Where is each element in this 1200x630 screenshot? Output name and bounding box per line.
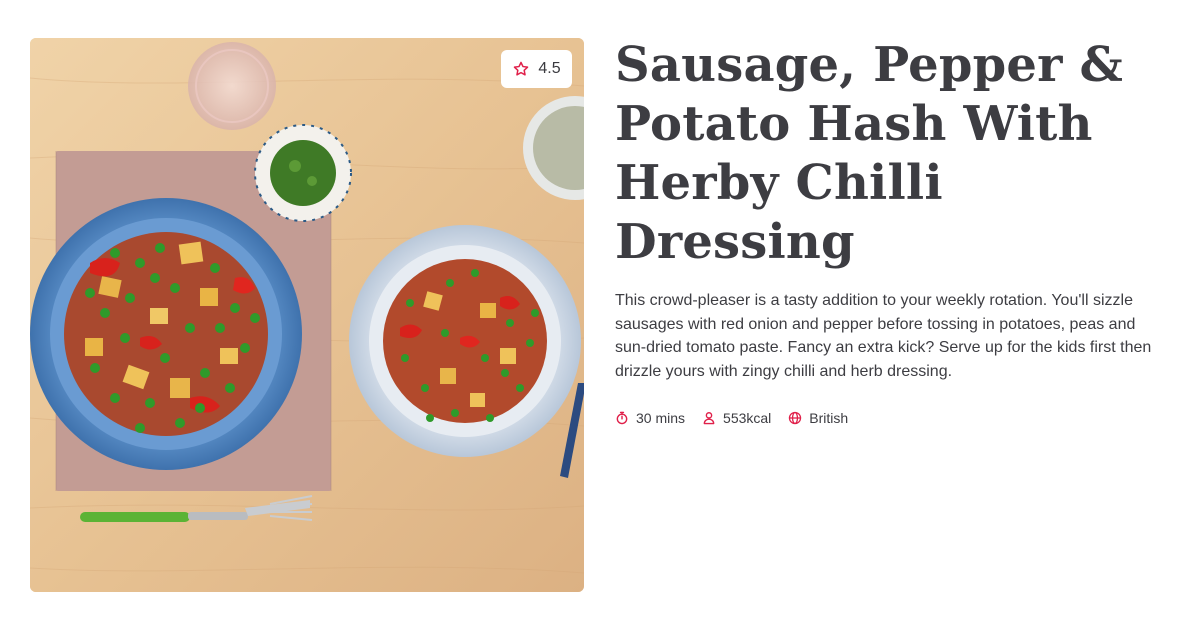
recipe-info: Sausage, Pepper & Potato Hash With Herby… — [615, 36, 1175, 426]
recipe-title: Sausage, Pepper & Potato Hash With Herby… — [615, 37, 1124, 270]
recipe-description: This crowd-pleaser is a tasty addition t… — [615, 292, 1152, 380]
recipe-meta: 30 mins 553kcal British — [615, 410, 1175, 426]
person-icon — [702, 411, 716, 425]
food-photo-illustration — [30, 38, 584, 592]
rating-badge: 4.5 — [501, 50, 572, 88]
meta-cuisine-label: British — [809, 410, 849, 426]
recipe-card: 4.5 Sausage, Pepper & Potato Hash With H… — [0, 0, 1200, 630]
meta-time-label: 30 mins — [636, 410, 686, 426]
meta-calories: 553kcal — [702, 410, 771, 426]
recipe-photo[interactable] — [30, 38, 584, 592]
globe-icon — [788, 411, 802, 425]
meta-time: 30 mins — [615, 410, 685, 426]
stopwatch-icon — [615, 411, 629, 425]
meta-calories-label: 553kcal — [723, 410, 772, 426]
star-icon — [512, 60, 530, 78]
rating-value: 4.5 — [538, 60, 561, 77]
meta-cuisine: British — [788, 410, 848, 426]
